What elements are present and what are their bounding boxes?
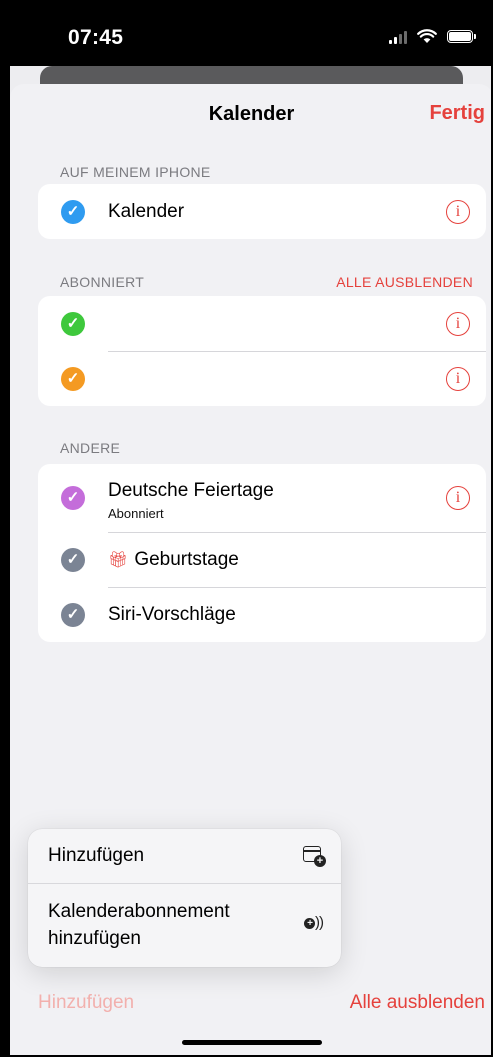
section-header-on-my-iphone: AUF MEINEM IPHONE (60, 164, 211, 180)
calendar-row-birthdays[interactable]: ✓ 🎁︎ Geburtstage (38, 532, 486, 587)
info-icon[interactable]: i (446, 366, 470, 391)
checkmark-icon[interactable]: ✓ (61, 486, 85, 510)
signal-icon (389, 28, 407, 44)
checkmark-icon[interactable]: ✓ (61, 199, 85, 224)
calendar-label: Geburtstage (134, 548, 239, 570)
status-time: 07:45 (68, 26, 124, 49)
calendar-row-kalender[interactable]: ✓ Kalender i (38, 184, 486, 239)
calendar-row-subscribed-orange[interactable]: ✓ i (38, 351, 486, 406)
done-button[interactable]: Fertig (429, 102, 485, 125)
calendar-label: Siri-Vorschläge (108, 603, 236, 625)
checkmark-icon[interactable]: ✓ (61, 602, 85, 627)
add-menu-popup: Hinzufügen + Kalenderabonnement hinzufüg… (28, 829, 341, 967)
battery-icon (447, 29, 476, 43)
hide-all-button[interactable]: Alle ausblenden (350, 992, 485, 1014)
subscribe-broadcast-icon: +)) (304, 914, 324, 931)
checkmark-icon[interactable]: ✓ (61, 311, 85, 336)
info-icon[interactable]: i (446, 199, 470, 224)
calendar-label: Kalender (108, 200, 185, 222)
wifi-icon (417, 28, 437, 43)
screen: 07:45 Kalender Fertig AUF MEINEM IPHONE (10, 2, 491, 1055)
info-icon[interactable]: i (446, 311, 470, 336)
status-bar: 07:45 (10, 2, 491, 66)
section-header-other: ANDERE (60, 440, 121, 456)
calendar-row-subscribed-green[interactable]: ✓ i (38, 296, 486, 351)
info-icon[interactable]: i (446, 486, 470, 510)
calendar-subtitle: Abonniert (108, 506, 164, 521)
calendar-row-holidays[interactable]: ✓ Deutsche Feiertage Abonniert i (38, 464, 486, 532)
gift-icon: 🎁︎ (108, 551, 129, 569)
section-header-subscribed: ABONNIERT (60, 274, 145, 290)
device-frame: 07:45 Kalender Fertig AUF MEINEM IPHONE (0, 0, 493, 1057)
group-other: ✓ Deutsche Feiertage Abonniert i ✓ 🎁︎ Geb… (38, 464, 486, 642)
calendar-label-wrap: 🎁︎ Geburtstage (108, 549, 239, 571)
home-indicator[interactable] (182, 1040, 322, 1045)
checkmark-icon[interactable]: ✓ (61, 547, 85, 572)
group-subscribed: ✓ i ✓ i (38, 296, 486, 406)
hide-all-subscribed-link[interactable]: ALLE AUSBLENDEN (336, 274, 473, 290)
menu-item-add-calendar[interactable]: Hinzufügen + (28, 829, 341, 883)
menu-item-add-subscription[interactable]: Kalenderabonnement hinzufügen +)) (28, 883, 341, 967)
checkmark-icon[interactable]: ✓ (61, 366, 85, 391)
calendar-label: Deutsche Feiertage (108, 480, 274, 501)
page-title: Kalender (208, 103, 295, 125)
group-on-my-iphone: ✓ Kalender i (38, 184, 486, 239)
menu-item-label: Kalenderabonnement hinzufügen (48, 901, 230, 949)
calendar-add-icon: + (303, 846, 326, 867)
add-button[interactable]: Hinzufügen (38, 992, 134, 1014)
calendars-sheet: Kalender Fertig AUF MEINEM IPHONE ✓ Kale… (10, 84, 491, 1055)
menu-item-label: Hinzufügen (48, 845, 145, 866)
calendar-row-siri[interactable]: ✓ Siri-Vorschläge (38, 587, 486, 642)
status-icons (389, 28, 476, 44)
